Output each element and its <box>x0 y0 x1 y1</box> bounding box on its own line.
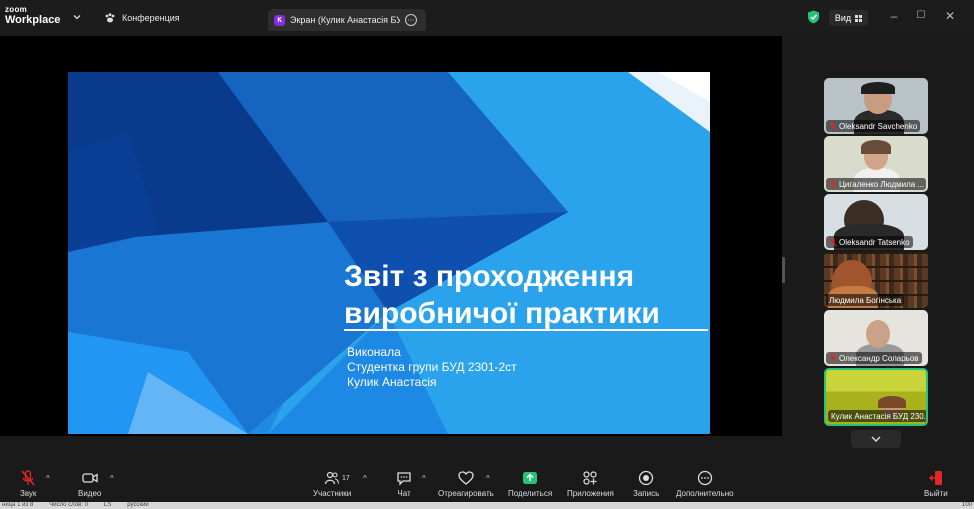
muted-mic-icon <box>829 121 837 131</box>
video-camera-icon <box>82 473 98 483</box>
slide-title-line-1: Звіт з проходження <box>344 260 635 293</box>
title-underline <box>344 329 708 331</box>
conference-tab-label: Конференция <box>122 13 180 23</box>
participant-name: Кулик Анастасія БУД 230... <box>831 411 928 421</box>
zoom-level: 100 <box>961 502 972 508</box>
shield-icon[interactable] <box>807 10 820 24</box>
participant-tile[interactable]: Oleksandr Savchenko <box>824 78 928 134</box>
meeting-toolbar: Звук ^ Видео ^ Участники 17 ^ Чат ^ Отре… <box>0 466 974 502</box>
share-label: Поделиться <box>508 489 553 498</box>
apps-label: Приложения <box>567 489 614 498</box>
record-label: Запись <box>633 489 660 498</box>
logo-top: zoom <box>5 5 28 14</box>
view-button[interactable]: Вид <box>829 10 868 26</box>
apps-button[interactable]: Приложения <box>567 470 614 498</box>
chat-button[interactable]: Чат <box>396 470 412 498</box>
share-button[interactable]: Поделиться <box>508 470 552 498</box>
participant-name-bar: Oleksandr Tatsenko <box>826 236 913 248</box>
zoom-logo[interactable]: zoom Workplace <box>5 6 60 26</box>
share-screen-icon <box>523 472 538 484</box>
muted-mic-icon <box>21 470 35 486</box>
video-button[interactable]: Видео <box>78 470 101 498</box>
minimize-icon[interactable]: – <box>887 9 901 23</box>
participant-tile[interactable]: Людмила Богінська <box>824 252 928 308</box>
heart-icon <box>458 471 474 485</box>
participant-tile-active-speaker[interactable]: Кулик Анастасія БУД 230... <box>824 368 928 426</box>
gallery-scroll-down-button[interactable] <box>851 430 901 448</box>
chevron-down-icon <box>871 436 881 442</box>
document-status-bar: ница 1 из 8 Число слов: 0 LS русский 100 <box>0 502 974 509</box>
participant-name-bar: Цигаленко Людмила ... <box>826 178 926 190</box>
participant-tile[interactable]: Oleksandr Tatsenko <box>824 194 928 250</box>
word-count: Число слов: 0 <box>49 502 88 508</box>
muted-mic-icon <box>829 237 837 247</box>
slide-title-line-2: виробничої практики <box>344 297 660 330</box>
participant-name-bar: Олександр Соларьов <box>826 352 922 364</box>
react-label: Отреагировать <box>438 489 494 498</box>
muted-mic-icon <box>829 179 837 189</box>
participant-gallery: Oleksandr Savchenko Цигаленко Людмила ..… <box>824 78 930 428</box>
participant-name: Олександр Соларьов <box>839 353 919 363</box>
conference-tab[interactable]: Конференция <box>104 10 180 26</box>
screen-tab-title: Экран (Кулик Анастасія БУД 2301-2ст) <box>290 15 400 25</box>
participant-name-bar: Oleksandr Savchenko <box>826 120 921 132</box>
muted-mic-icon <box>829 353 837 363</box>
chat-icon <box>397 472 411 486</box>
language-code: LS <box>103 502 112 508</box>
slide-sub-line-3: Кулик Анастасія <box>347 375 437 389</box>
panel-resize-handle[interactable] <box>782 257 785 283</box>
slide-sub-line-2: Студентка групи БУД 2301-2ст <box>347 360 517 374</box>
more-label: Дополнительно <box>676 489 734 498</box>
leave-label: Выйти <box>924 489 948 498</box>
more-icon[interactable]: ⋯ <box>405 14 417 26</box>
video-label: Видео <box>78 489 102 498</box>
paw-icon <box>105 13 115 23</box>
page-indicator: ница 1 из 8 <box>2 502 34 508</box>
participants-label: Участники <box>313 489 352 498</box>
screen-share-tab[interactable]: К Экран (Кулик Анастасія БУД 2301-2ст) ⋯ <box>268 9 426 31</box>
view-label: Вид <box>834 13 852 23</box>
slide-title: Звіт з проходження виробничої практики <box>344 258 660 332</box>
leave-button[interactable]: Выйти <box>924 470 948 498</box>
participants-icon <box>325 471 340 485</box>
participants-count: 17 <box>342 475 350 482</box>
presentation-slide: Звіт з проходження виробничої практики В… <box>68 72 710 434</box>
participant-name: Oleksandr Savchenko <box>839 121 918 131</box>
slide-subtitle: Виконала Студентка групи БУД 2301-2ст Ку… <box>347 345 517 390</box>
participant-tile[interactable]: Олександр Соларьов <box>824 310 928 366</box>
close-icon[interactable]: ✕ <box>943 9 957 23</box>
leave-icon <box>928 471 942 485</box>
logo-bottom: Workplace <box>5 14 61 26</box>
participant-name: Цигаленко Людмила ... <box>839 179 925 189</box>
chevron-down-icon[interactable] <box>72 12 82 22</box>
audio-button[interactable]: Звук <box>20 470 36 498</box>
maximize-icon[interactable]: ☐ <box>914 9 928 23</box>
record-icon <box>638 470 654 486</box>
apps-icon <box>583 471 598 485</box>
audio-label: Звук <box>20 489 37 498</box>
title-bar: zoom Workplace Конференция К Экран (Кули… <box>0 0 974 34</box>
react-options-caret[interactable]: ^ <box>486 474 490 483</box>
language: русский <box>127 502 149 508</box>
more-icon <box>697 470 712 486</box>
participant-tile[interactable]: Цигаленко Людмила ... <box>824 136 928 192</box>
participant-name-bar: Людмила Богінська <box>826 294 905 306</box>
grid-icon <box>855 14 863 22</box>
tab-avatar: К <box>274 14 285 26</box>
chat-options-caret[interactable]: ^ <box>422 474 426 483</box>
participants-options-caret[interactable]: ^ <box>363 474 367 483</box>
audio-options-caret[interactable]: ^ <box>46 474 50 483</box>
video-options-caret[interactable]: ^ <box>110 474 114 483</box>
slide-sub-line-1: Виконала <box>347 345 401 359</box>
more-button[interactable]: Дополнительно <box>676 470 734 498</box>
participant-name: Людмила Богінська <box>829 295 902 305</box>
chat-label: Чат <box>397 489 411 498</box>
record-button[interactable]: Запись <box>633 470 659 498</box>
participant-name-bar: Кулик Анастасія БУД 230... <box>828 410 928 422</box>
participant-name: Oleksandr Tatsenko <box>839 237 910 247</box>
